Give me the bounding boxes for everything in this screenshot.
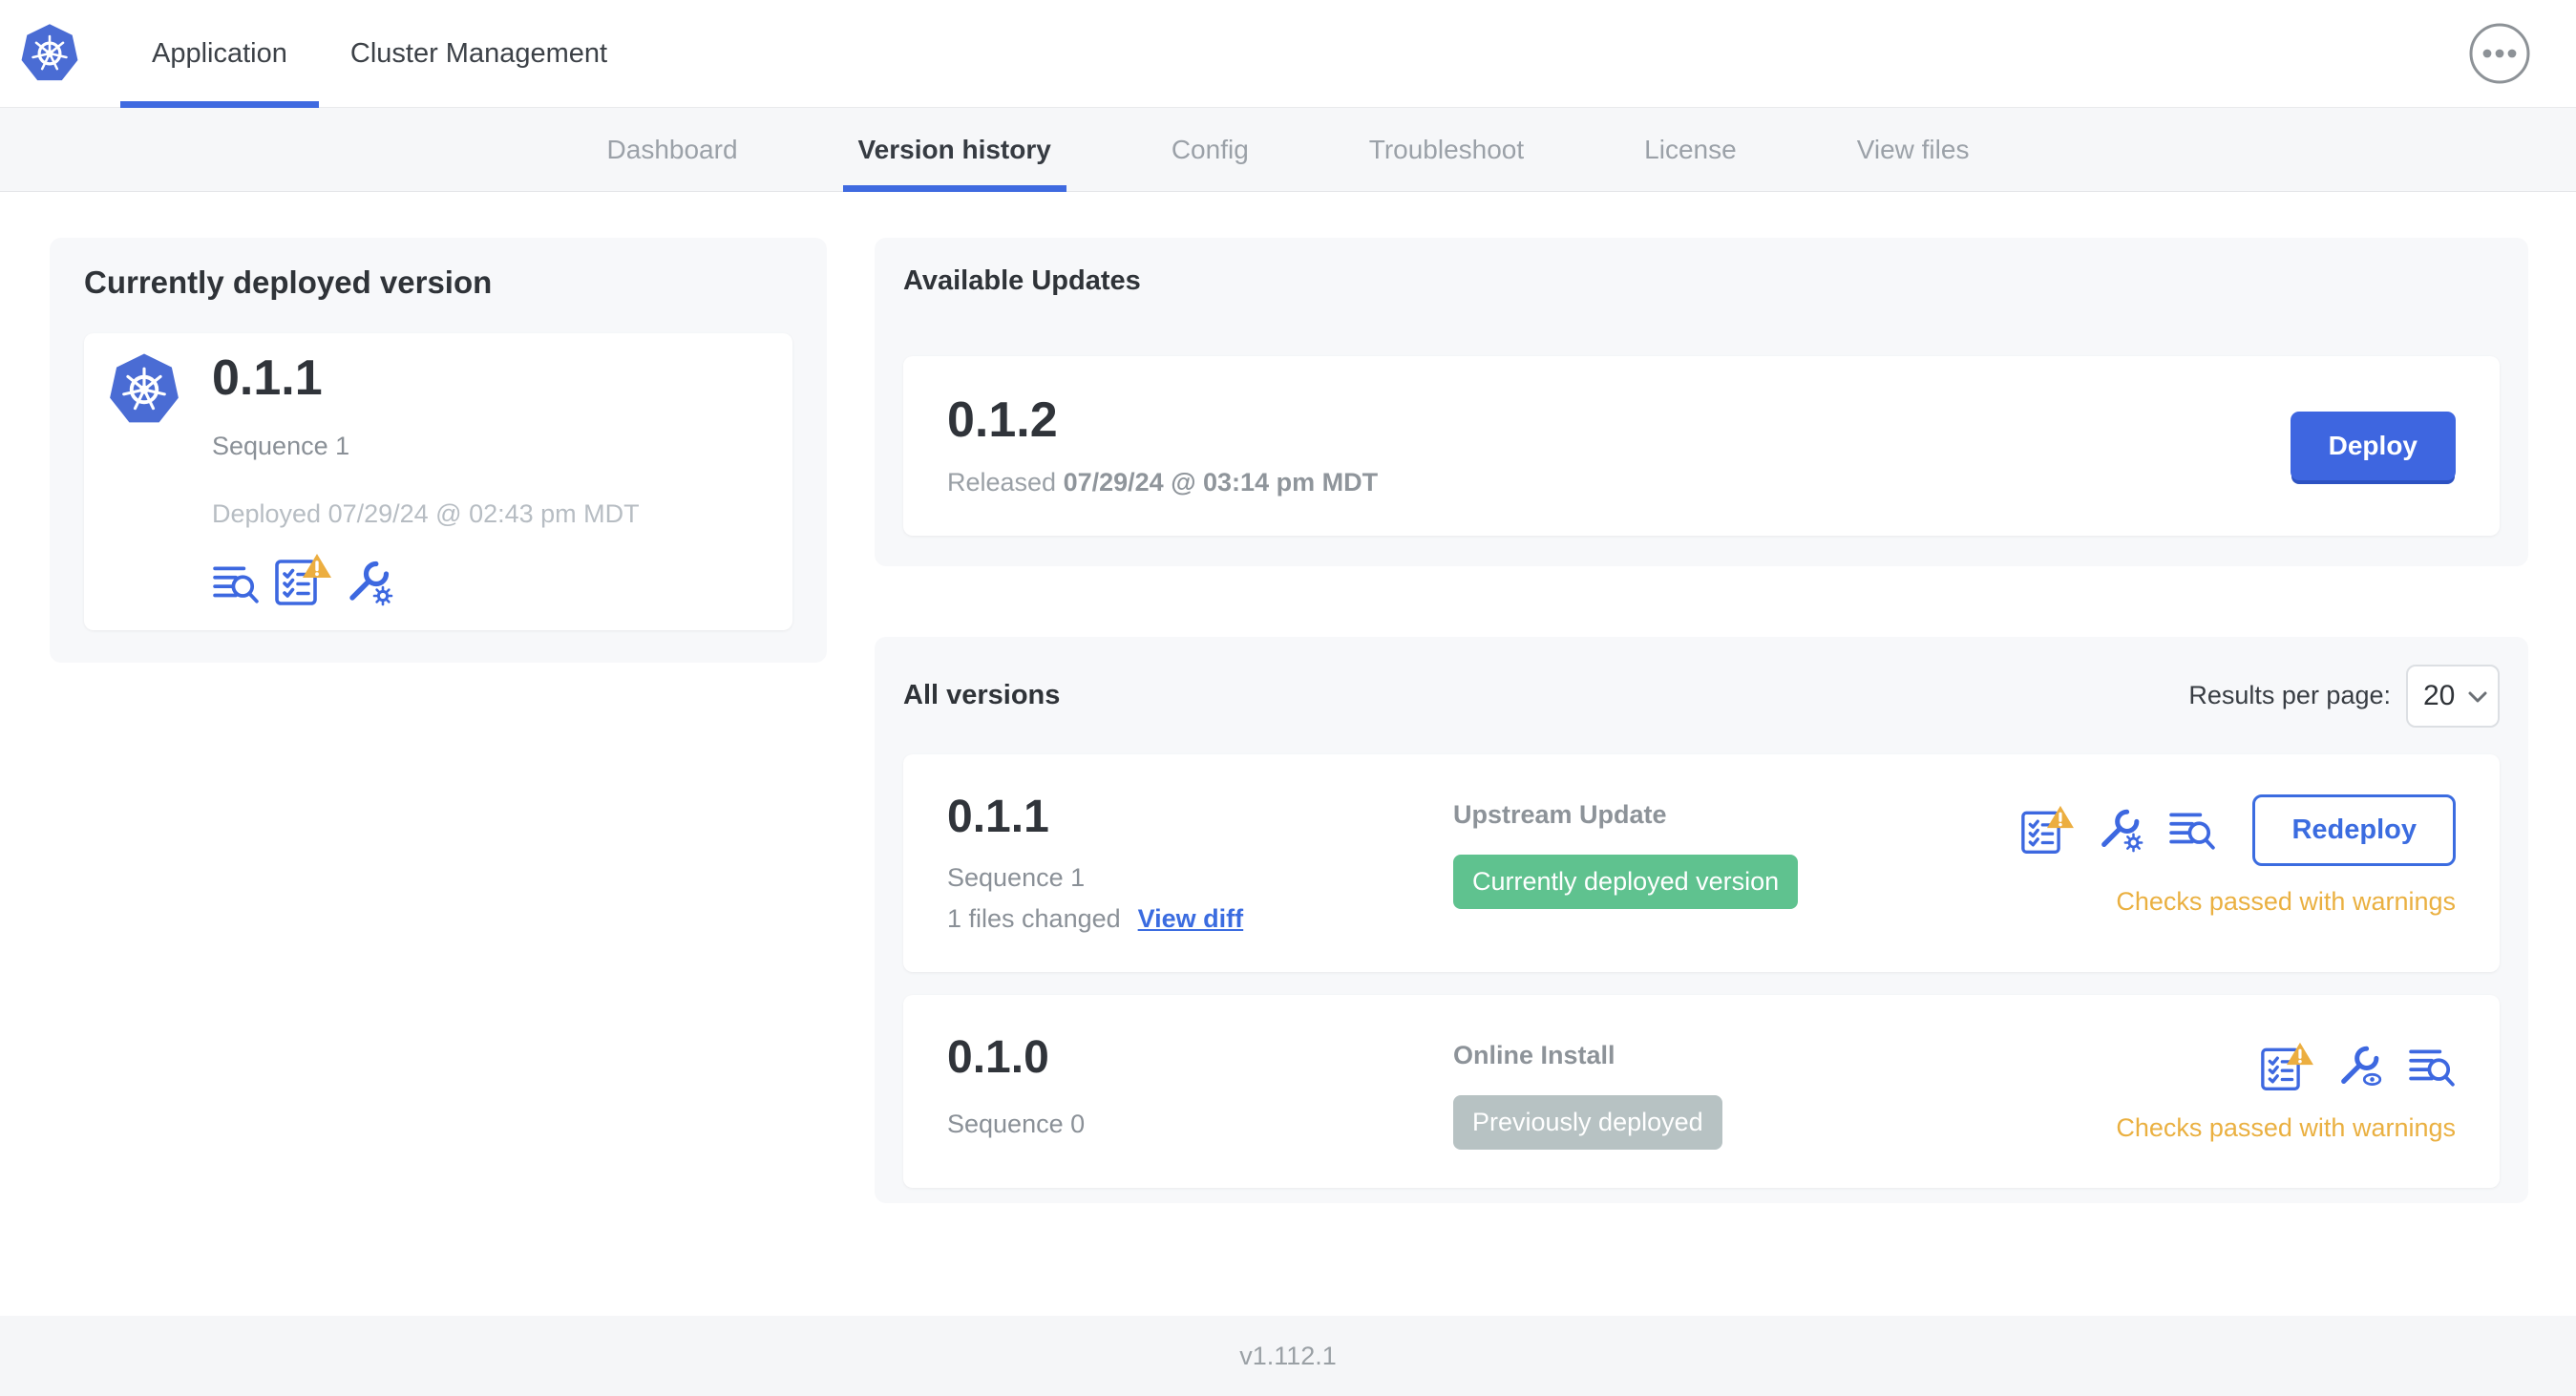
subtab-license[interactable]: License (1644, 108, 1737, 191)
subtab-license-label: License (1644, 134, 1737, 164)
version-row: 0.1.1 Sequence 1 1 files changed View di… (903, 753, 2500, 972)
update-released-date: Released 07/29/24 @ 03:14 pm MDT (947, 468, 1378, 497)
preflight-checks-warning-icon[interactable] (2259, 1041, 2314, 1092)
released-prefix: Released (947, 467, 1057, 497)
current-version-detail: 0.1.1 Sequence 1 Deployed 07/29/24 @ 02:… (84, 333, 792, 630)
preflight-checks-warning-icon[interactable] (273, 552, 332, 607)
console-version: v1.112.1 (1239, 1341, 1337, 1370)
results-per-page-select[interactable]: 20 (2406, 664, 2500, 728)
preflight-status-text: Checks passed with warnings (2116, 1113, 2456, 1143)
tab-cluster-management-label: Cluster Management (349, 37, 608, 69)
subtab-troubleshoot-label: Troubleshoot (1368, 134, 1525, 164)
version-source-label: Upstream Update (1453, 799, 1667, 829)
top-tabs: Application Cluster Management (120, 0, 639, 108)
current-version-card: Currently deployed version 0.1.1 Sequenc… (50, 238, 827, 663)
topbar: Application Cluster Management (0, 0, 2576, 108)
subtab-dashboard[interactable]: Dashboard (607, 108, 738, 191)
subtab-config[interactable]: Config (1172, 108, 1249, 191)
available-update-row: 0.1.2 Released 07/29/24 @ 03:14 pm MDT D… (903, 356, 2500, 536)
more-menu-button[interactable] (2467, 21, 2532, 86)
update-version-number: 0.1.2 (947, 392, 1058, 448)
available-updates-title: Available Updates (903, 265, 1141, 296)
preflight-status-text: Checks passed with warnings (2116, 886, 2456, 916)
tab-application[interactable]: Application (120, 0, 319, 108)
available-updates-card: Available Updates 0.1.2 Released 07/29/2… (875, 238, 2528, 566)
version-history-page: Currently deployed version 0.1.1 Sequenc… (0, 192, 2576, 1316)
released-date: 07/29/24 @ 03:14 pm MDT (1063, 467, 1379, 497)
all-versions-title: All versions (903, 680, 1061, 711)
subtab-view-files-label: View files (1856, 134, 1970, 164)
logs-icon[interactable] (212, 560, 260, 607)
ellipsis-circle-icon (2469, 23, 2530, 84)
subtab-dashboard-label: Dashboard (606, 134, 738, 164)
subtab-troubleshoot[interactable]: Troubleshoot (1369, 108, 1524, 191)
view-config-icon[interactable] (2337, 1043, 2385, 1090)
current-version-title: Currently deployed version (84, 264, 493, 300)
tab-application-label: Application (152, 37, 287, 69)
subtab-version-history[interactable]: Version history (842, 108, 1067, 192)
current-version-deployed-date: Deployed 07/29/24 @ 02:43 pm MDT (212, 498, 640, 528)
preflight-checks-warning-icon[interactable] (2019, 804, 2075, 856)
current-version-number: 0.1.1 (212, 350, 323, 406)
kubernetes-logo-icon (19, 23, 80, 84)
logs-icon[interactable] (2408, 1043, 2456, 1090)
footer: v1.112.1 (0, 1316, 2576, 1396)
logs-icon[interactable] (2168, 806, 2216, 854)
redeploy-button[interactable]: Redeploy (2252, 793, 2456, 866)
subtab-version-history-label: Version history (857, 134, 1051, 164)
view-diff-link[interactable]: View diff (1138, 904, 1244, 934)
app-subnav: Dashboard Version history Config Trouble… (0, 108, 2576, 192)
row-version-number: 0.1.1 (947, 791, 1049, 842)
tab-cluster-management[interactable]: Cluster Management (319, 0, 639, 107)
version-status-badge: Previously deployed (1453, 1094, 1722, 1150)
row-sequence: Sequence 0 (947, 1109, 1086, 1138)
subtab-view-files[interactable]: View files (1857, 108, 1970, 191)
version-status-badge: Currently deployed version (1453, 854, 1799, 909)
version-row: 0.1.0 Sequence 0 Online Install Previous… (903, 994, 2500, 1188)
row-sequence: Sequence 1 (947, 862, 1086, 892)
subtab-config-label: Config (1171, 134, 1249, 164)
results-per-page-label: Results per page: (2188, 681, 2391, 710)
app-icon-kubernetes (107, 352, 181, 427)
deploy-button[interactable]: Deploy (2290, 411, 2456, 480)
current-version-sequence: Sequence 1 (212, 431, 350, 460)
edit-config-icon[interactable] (346, 558, 395, 607)
version-source-label: Online Install (1453, 1040, 1615, 1069)
edit-config-icon[interactable] (2098, 806, 2145, 854)
files-changed-label: 1 files changed (947, 903, 1121, 933)
row-version-number: 0.1.0 (947, 1031, 1049, 1083)
all-versions-card: All versions Results per page: 20 0.1.1 … (875, 636, 2528, 1203)
